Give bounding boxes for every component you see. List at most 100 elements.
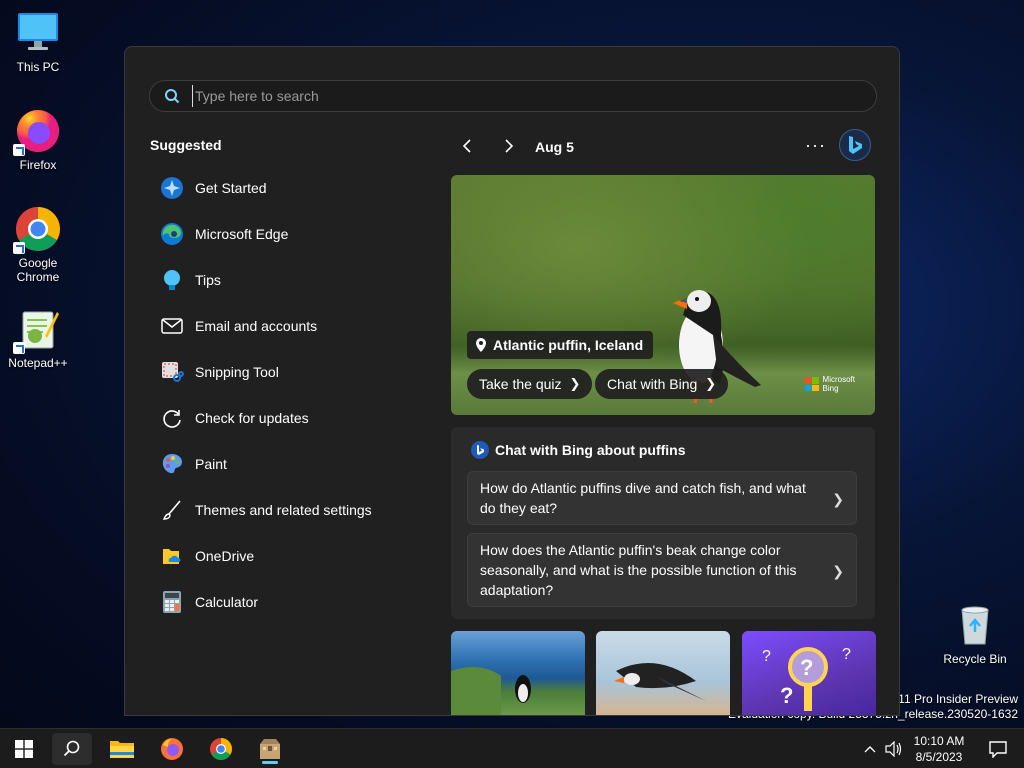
- suggested-item-label: Check for updates: [195, 410, 309, 426]
- highlights-date: Aug 5: [535, 139, 574, 155]
- get-started-icon: [159, 175, 185, 201]
- taskbar-store-app[interactable]: [250, 733, 290, 765]
- show-hidden-icons-button[interactable]: [860, 733, 880, 765]
- suggested-item-label: Microsoft Edge: [195, 226, 289, 242]
- suggested-item-calculator[interactable]: Calculator: [149, 579, 409, 625]
- firefox-icon: [13, 108, 61, 156]
- taskbar-chrome[interactable]: [201, 733, 241, 765]
- hero-image-card[interactable]: Atlantic puffin, Iceland Take the quiz ❯…: [451, 175, 875, 415]
- search-panel: Suggested Get Started Microsoft Edge Tip…: [124, 46, 900, 716]
- suggested-item-snipping-tool[interactable]: Snipping Tool: [149, 349, 409, 395]
- suggested-item-get-started[interactable]: Get Started: [149, 165, 409, 211]
- search-icon: [164, 88, 180, 104]
- desktop-icon-firefox[interactable]: Firefox: [2, 108, 74, 172]
- bing-icon: [849, 136, 862, 154]
- chat-question-1[interactable]: How do Atlantic puffins dive and catch f…: [467, 471, 857, 525]
- quiz-magnifier-image: ????: [762, 646, 851, 711]
- suggested-item-paint[interactable]: Paint: [149, 441, 409, 487]
- desktop-icon-this-pc[interactable]: This PC: [2, 10, 74, 74]
- svg-text:?: ?: [780, 683, 793, 708]
- notification-center-button[interactable]: [978, 733, 1018, 765]
- notification-icon: [989, 741, 1007, 758]
- chat-with-bing-label: Chat with Bing: [607, 376, 698, 392]
- shortcut-arrow-icon: [13, 144, 25, 156]
- start-button[interactable]: [4, 733, 44, 765]
- desktop-icon-notepadpp[interactable]: Notepad++: [2, 306, 74, 370]
- taskbar-search-button[interactable]: [52, 733, 92, 765]
- suggested-item-themes[interactable]: Themes and related settings: [149, 487, 409, 533]
- suggested-heading: Suggested: [150, 137, 222, 153]
- desktop-icon-label: Firefox: [19, 158, 57, 172]
- chevron-up-icon: [864, 746, 876, 753]
- svg-text:?: ?: [762, 648, 771, 665]
- taskbar: 10:10 AM 8/5/2023: [0, 728, 1024, 768]
- folder-icon: [110, 741, 134, 758]
- search-input[interactable]: [192, 85, 852, 107]
- puffin-flying-image: [614, 663, 706, 701]
- clock-date: 8/5/2023: [915, 750, 963, 764]
- take-quiz-button[interactable]: Take the quiz ❯: [467, 369, 593, 399]
- volume-button[interactable]: [882, 733, 906, 765]
- suggested-item-check-updates[interactable]: Check for updates: [149, 395, 409, 441]
- desktop-icon-label: Recycle Bin: [943, 652, 1007, 666]
- desktop-icon-label: This PC: [16, 60, 60, 74]
- chat-with-bing-card: Chat with Bing about puffins How do Atla…: [451, 427, 875, 619]
- next-chevron-icon[interactable]: [499, 137, 517, 155]
- chat-with-bing-button[interactable]: Chat with Bing ❯: [595, 369, 729, 399]
- microsoft-bing-logo: Microsoft Bing: [804, 375, 855, 393]
- desktop-icon-label: Google Chrome: [16, 256, 60, 284]
- edge-icon: [159, 221, 185, 247]
- chat-card-title-text: Chat with Bing about puffins: [495, 442, 686, 458]
- chat-question-text: How does the Atlantic puffin's beak chan…: [480, 542, 797, 598]
- suggested-item-label: Tips: [195, 272, 221, 288]
- system-clock[interactable]: 10:10 AM 8/5/2023: [912, 733, 966, 765]
- chevron-right-icon: ❯: [832, 563, 844, 579]
- suggested-item-tips[interactable]: Tips: [149, 257, 409, 303]
- refresh-icon: [159, 405, 185, 431]
- taskbar-file-explorer[interactable]: [102, 733, 142, 765]
- shortcut-arrow-icon: [13, 342, 25, 354]
- suggested-item-label: OneDrive: [195, 548, 255, 564]
- calculator-icon: [159, 589, 185, 615]
- thumbnail-puffin-flying[interactable]: [596, 631, 730, 715]
- brand-line1: Microsoft: [822, 375, 855, 384]
- puffin-cliff-image: [451, 667, 531, 715]
- chevron-right-icon: ❯: [569, 376, 581, 391]
- suggested-item-label: Calculator: [195, 594, 259, 610]
- take-quiz-label: Take the quiz: [479, 376, 562, 392]
- snipping-tool-icon: [159, 359, 185, 385]
- speaker-icon: [885, 741, 902, 757]
- suggested-item-label: Get Started: [195, 180, 267, 196]
- bing-chat-button[interactable]: [839, 129, 871, 161]
- desktop-icon-recycle-bin[interactable]: Recycle Bin: [939, 602, 1011, 666]
- chevron-right-icon: ❯: [705, 376, 717, 391]
- taskbar-firefox[interactable]: [152, 733, 192, 765]
- search-icon: [63, 740, 80, 757]
- recycle-bin-icon: [952, 602, 998, 648]
- notepadpp-icon: [13, 306, 61, 354]
- suggested-item-label: Themes and related settings: [195, 502, 372, 518]
- bing-icon: [471, 441, 489, 459]
- chat-question-text: How do Atlantic puffins dive and catch f…: [480, 480, 806, 516]
- firefox-icon: [161, 738, 183, 760]
- location-pin-icon: [476, 338, 486, 352]
- thumbnail-puffin-cliff[interactable]: [451, 631, 585, 715]
- tips-icon: [159, 267, 185, 293]
- suggested-item-edge[interactable]: Microsoft Edge: [149, 211, 409, 257]
- chrome-icon: [13, 206, 61, 254]
- suggested-item-onedrive[interactable]: OneDrive: [149, 533, 409, 579]
- brush-icon: [159, 497, 185, 523]
- desktop-icon-label: Notepad++: [8, 356, 68, 370]
- chat-question-2[interactable]: How does the Atlantic puffin's beak chan…: [467, 533, 857, 607]
- more-options-button[interactable]: ···: [805, 135, 826, 156]
- search-box[interactable]: [149, 80, 877, 112]
- previous-chevron-icon[interactable]: [459, 137, 477, 155]
- suggested-item-email-accounts[interactable]: Email and accounts: [149, 303, 409, 349]
- brand-line2: Bing: [822, 384, 839, 393]
- location-tag[interactable]: Atlantic puffin, Iceland: [467, 331, 654, 359]
- desktop-icon-chrome[interactable]: Google Chrome: [2, 206, 74, 284]
- onedrive-icon: [159, 543, 185, 569]
- chrome-icon: [210, 738, 232, 760]
- microsoft-logo-icon: [804, 377, 819, 391]
- thumbnail-quiz[interactable]: ????: [742, 631, 876, 715]
